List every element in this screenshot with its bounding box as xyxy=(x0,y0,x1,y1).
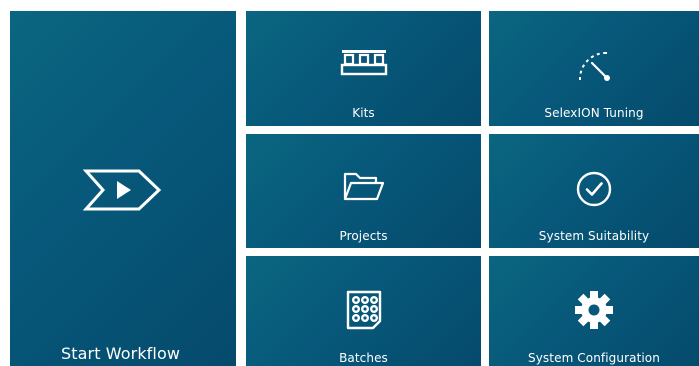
start-workflow-label: Start Workflow xyxy=(61,344,181,363)
system-configuration-label: System Configuration xyxy=(528,351,660,365)
gear-icon xyxy=(575,291,613,329)
selexion-tuning-tile[interactable]: SelexION Tuning xyxy=(489,11,699,126)
batches-label: Batches xyxy=(339,351,388,365)
gauge-icon xyxy=(578,51,610,81)
kits-label: Kits xyxy=(352,106,375,120)
kits-icon xyxy=(340,50,387,76)
kits-tile[interactable]: Kits xyxy=(246,11,481,126)
check-circle-icon xyxy=(576,171,612,207)
start-workflow-icon xyxy=(83,169,162,211)
system-configuration-tile[interactable]: System Configuration xyxy=(489,256,699,366)
system-suitability-tile[interactable]: System Suitability xyxy=(489,134,699,248)
folder-icon xyxy=(343,172,384,201)
start-workflow-tile[interactable]: Start Workflow xyxy=(10,11,236,366)
selexion-tuning-label: SelexION Tuning xyxy=(544,106,644,120)
home-tile-grid: Start Workflow Kits SelexION Tuning Proj… xyxy=(0,0,699,366)
projects-tile[interactable]: Projects xyxy=(246,134,481,248)
projects-label: Projects xyxy=(339,229,388,243)
batch-plate-icon xyxy=(346,290,381,330)
system-suitability-label: System Suitability xyxy=(538,229,650,243)
batches-tile[interactable]: Batches xyxy=(246,256,481,366)
